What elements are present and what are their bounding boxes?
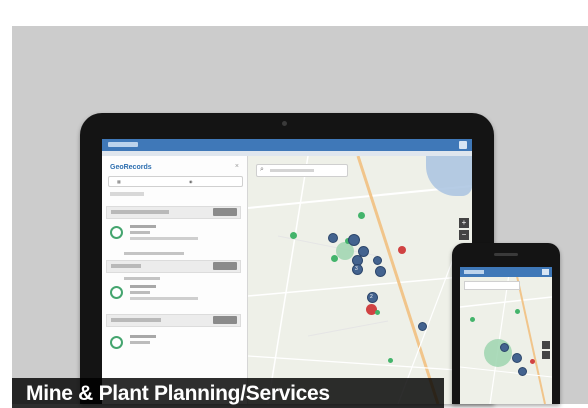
search-icon: ⌕ [260, 166, 264, 173]
list-item[interactable] [108, 332, 241, 358]
group-action-button[interactable] [213, 262, 237, 270]
site-status-icon [110, 286, 123, 299]
map-pin-icon[interactable] [348, 234, 360, 246]
item-text [130, 335, 156, 338]
close-icon[interactable]: × [235, 163, 239, 170]
map-pin-icon[interactable] [518, 367, 527, 376]
menu-icon[interactable] [459, 141, 467, 149]
tab-list-icon[interactable]: ▦ [117, 179, 121, 184]
item-text [130, 285, 156, 288]
phone-search-input[interactable] [464, 281, 520, 290]
group-header-text [111, 264, 141, 268]
map-pin-icon[interactable] [373, 256, 382, 265]
item-text [130, 297, 198, 300]
app-header [102, 139, 472, 151]
item-text [130, 231, 150, 234]
map-pin-icon[interactable] [484, 339, 512, 367]
map-pin-icon[interactable] [500, 343, 509, 352]
tablet-device: GeoRecords × ▦ ◉ ⌕ + − 2 3 [80, 113, 494, 404]
search-placeholder [270, 169, 314, 172]
item-text [130, 237, 198, 240]
list-item[interactable] [108, 282, 241, 308]
view-tabs: ▦ ◉ [108, 176, 243, 187]
zoom-in-icon[interactable]: + [459, 218, 469, 228]
sidebar-title: GeoRecords [110, 164, 152, 171]
group-header-text [111, 318, 161, 322]
map-pin-icon[interactable] [515, 309, 520, 314]
item-text [130, 341, 150, 344]
section-label [124, 277, 160, 280]
site-status-icon [110, 226, 123, 239]
map-pin-icon[interactable] [290, 232, 297, 239]
map-pin-icon[interactable] [398, 246, 406, 254]
site-status-icon [110, 336, 123, 349]
phone-screen [460, 267, 552, 404]
map-pin-icon[interactable]: 2 [367, 292, 378, 303]
cluster-count: 2 [370, 294, 373, 300]
map-pin-icon[interactable]: 3 [352, 264, 363, 275]
map-roads [248, 156, 472, 404]
list-item[interactable] [108, 222, 241, 248]
map-pin-icon[interactable] [328, 233, 338, 243]
cluster-count: 3 [355, 266, 358, 272]
map-pin-icon[interactable] [375, 310, 380, 315]
tablet-screen: GeoRecords × ▦ ◉ ⌕ + − 2 3 [102, 139, 472, 404]
section-label [124, 252, 184, 255]
caption-title: Mine & Plant Planning/Services [26, 382, 330, 405]
map-pin-icon[interactable] [530, 359, 535, 364]
tablet-camera [282, 121, 287, 126]
zoom-out-icon[interactable]: − [459, 230, 469, 240]
map-pin-icon[interactable] [512, 353, 522, 363]
filter-label [110, 192, 144, 196]
app-logo [464, 270, 484, 274]
map-pin-icon[interactable] [418, 322, 427, 331]
phone-speaker [494, 253, 518, 256]
group-header[interactable] [106, 314, 241, 327]
item-text [130, 225, 156, 228]
map-pin-icon[interactable] [331, 255, 338, 262]
item-text [130, 291, 150, 294]
map-pin-icon[interactable] [470, 317, 475, 322]
phone-app-header [460, 267, 552, 277]
menu-icon[interactable] [542, 269, 549, 275]
map-pin-icon[interactable] [388, 358, 393, 363]
zoom-in-icon[interactable] [542, 341, 550, 349]
map-pin-icon[interactable] [358, 212, 365, 219]
group-header[interactable] [106, 206, 241, 219]
records-sidebar: GeoRecords × ▦ ◉ [102, 156, 248, 404]
group-header[interactable] [106, 260, 241, 273]
phone-device [452, 243, 560, 404]
tab-map-icon[interactable]: ◉ [189, 179, 193, 184]
map-pin-icon[interactable] [375, 266, 386, 277]
group-action-button[interactable] [213, 316, 237, 324]
group-header-text [111, 210, 169, 214]
app-logo [108, 142, 138, 147]
map-view[interactable]: ⌕ + − 2 3 [248, 156, 472, 404]
group-action-button[interactable] [213, 208, 237, 216]
map-search-input[interactable]: ⌕ [256, 164, 348, 177]
zoom-out-icon[interactable] [542, 351, 550, 359]
